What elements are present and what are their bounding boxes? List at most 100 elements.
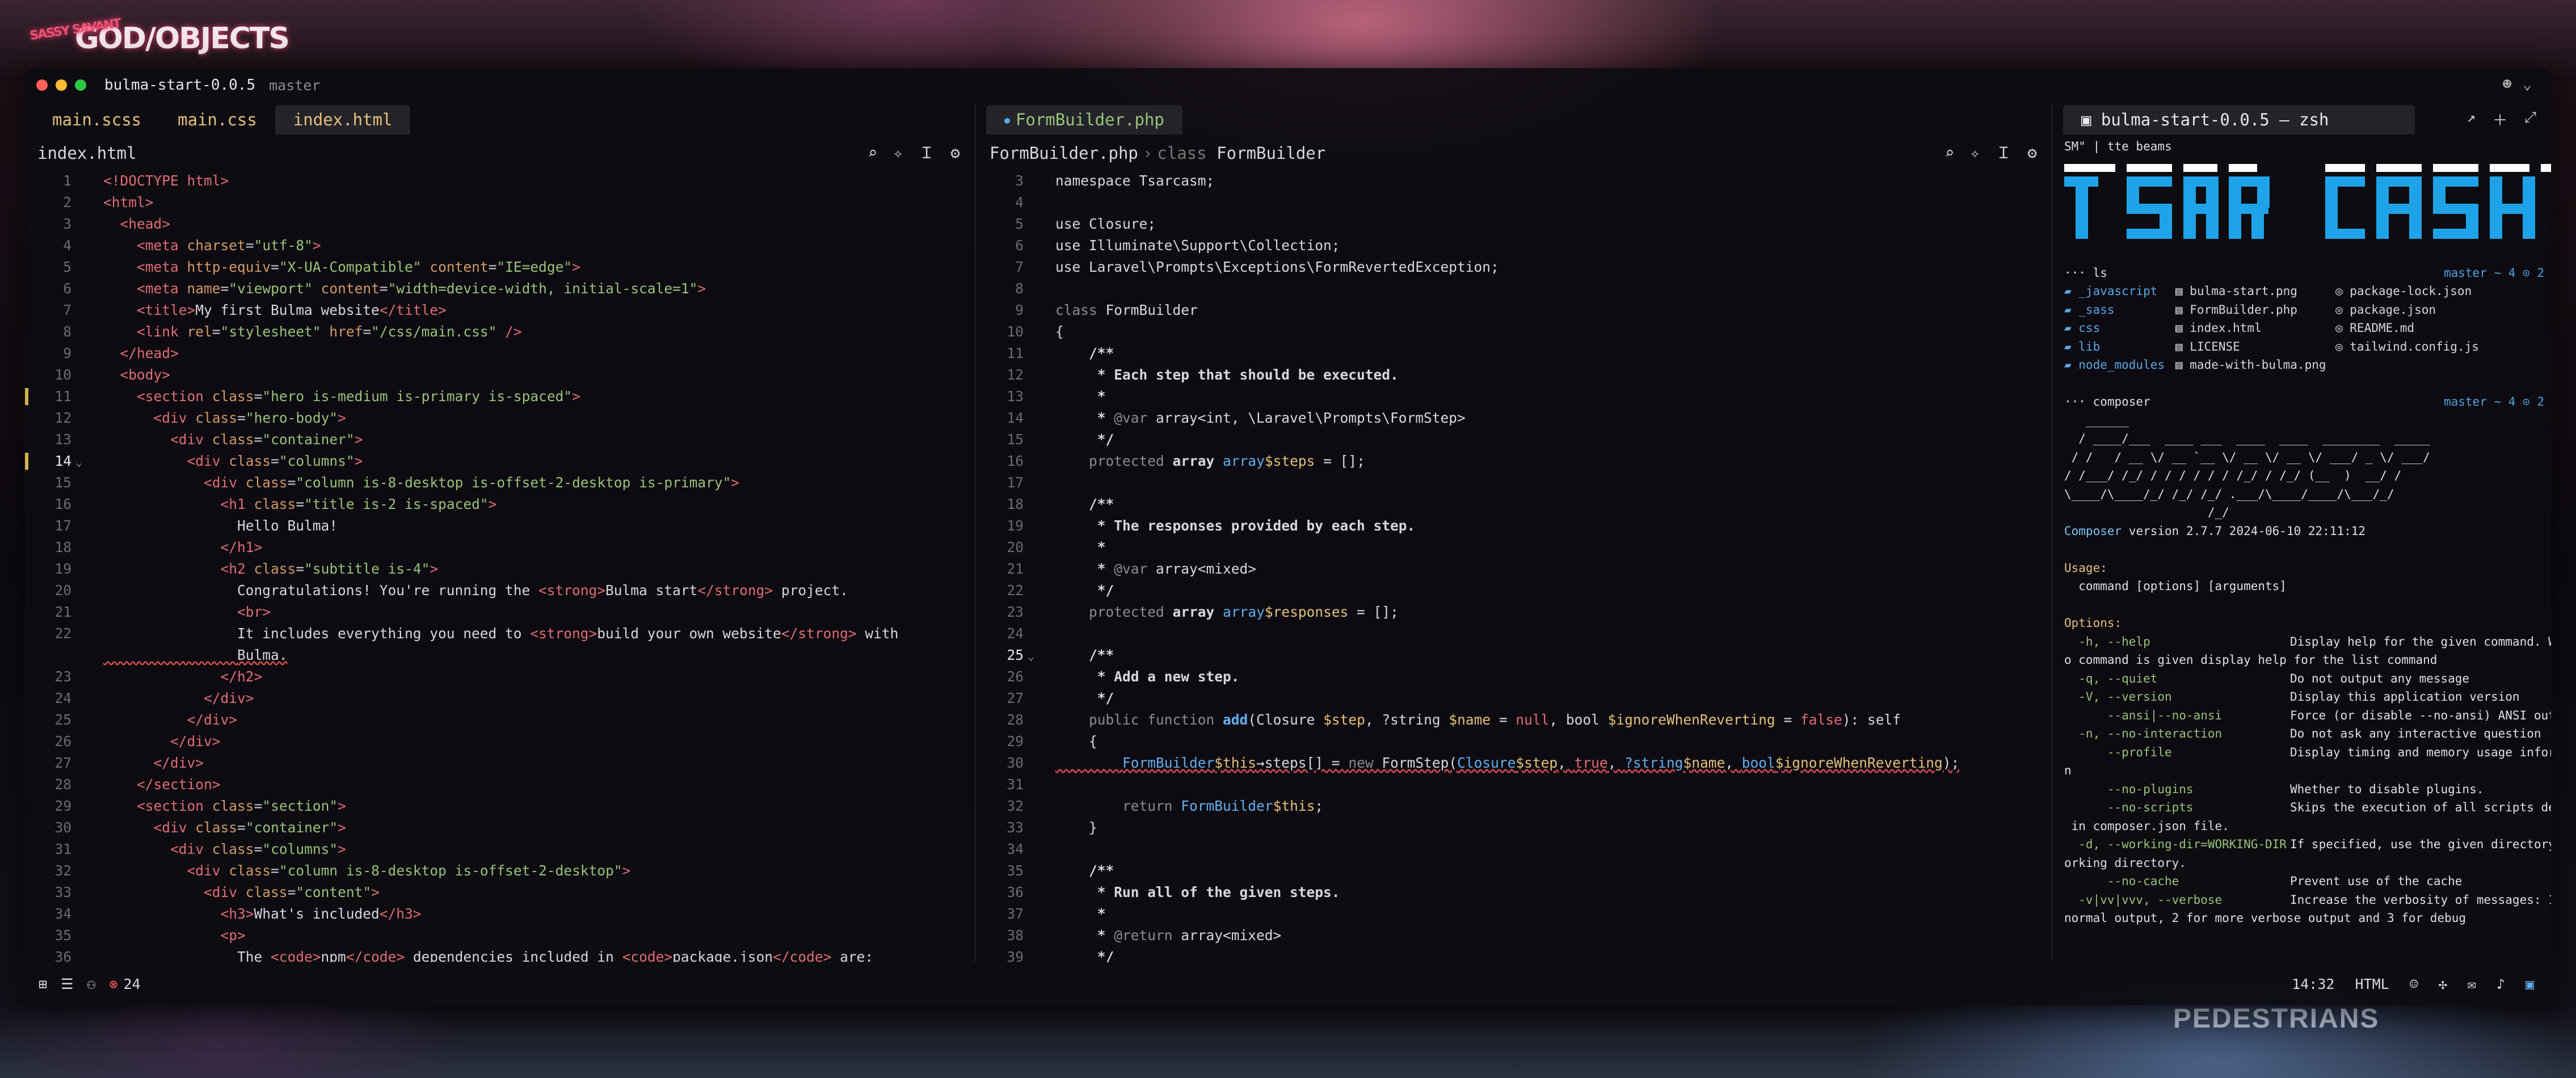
code-line[interactable]: 25 </div> — [25, 709, 975, 731]
code-line[interactable]: 37 * — [977, 903, 2052, 925]
line-number[interactable]: 30 — [25, 817, 71, 839]
line-number[interactable]: 1 — [25, 170, 71, 192]
code-line[interactable]: 8 <link rel="stylesheet" href="/css/main… — [25, 321, 975, 343]
code-line[interactable]: 7 use Laravel\Prompts\Exceptions\FormReve… — [977, 256, 2052, 278]
line-number[interactable]: 5 — [25, 256, 71, 278]
line-number[interactable]: 4 — [977, 192, 1024, 213]
code-line[interactable]: 27 </div> — [25, 752, 975, 774]
code-line[interactable]: 1 <!DOCTYPE html> — [25, 170, 975, 192]
settings-icon[interactable]: ⚙ — [950, 136, 960, 170]
line-number[interactable]: 31 — [25, 839, 71, 860]
line-number[interactable]: 14 — [977, 407, 1024, 429]
line-number[interactable]: 7 — [25, 300, 71, 321]
line-number[interactable]: 12 — [977, 364, 1024, 386]
line-number[interactable]: 7 — [977, 256, 1024, 278]
line-number[interactable]: 32 — [25, 860, 71, 882]
minimize-window-button[interactable] — [56, 79, 67, 91]
code-line[interactable]: 22 */ — [977, 580, 2052, 601]
line-number[interactable]: 11 — [25, 386, 71, 407]
code-editor[interactable]: 3 namespace Tsarcasm; 4 5 use Closure; 6 use I… — [977, 170, 2052, 962]
code-line[interactable]: 31 <div class="columns"> — [25, 839, 975, 860]
code-line[interactable]: 14 * @var array<int, \Laravel\Prompts\Fo… — [977, 407, 2052, 429]
diagnostics-button[interactable]: ⊗ 24 — [110, 976, 141, 992]
code-line[interactable]: Bulma. — [25, 645, 975, 666]
code-line[interactable]: 39 */ — [977, 946, 2052, 962]
line-number[interactable]: 23 — [977, 601, 1024, 623]
line-number[interactable]: 22 — [977, 580, 1024, 601]
code-line[interactable]: 3 <head> — [25, 213, 975, 235]
line-number[interactable]: 10 — [977, 321, 1024, 343]
line-number[interactable]: 21 — [977, 558, 1024, 580]
code-line[interactable]: 26 * Add a new step. — [977, 666, 2052, 688]
notification-icon[interactable]: ♪ — [2497, 976, 2505, 992]
line-number[interactable]: 34 — [25, 903, 71, 925]
code-line[interactable]: 30 <div class="container"> — [25, 817, 975, 839]
code-line[interactable]: 22 It includes everything you need to <s… — [25, 623, 975, 645]
text-cursor-icon[interactable]: Ｉ — [919, 136, 935, 170]
code-line[interactable]: 23 </h2> — [25, 666, 975, 688]
code-line[interactable]: 24 — [977, 623, 2052, 645]
code-line[interactable]: 2 <html> — [25, 192, 975, 213]
code-line[interactable]: 13 <div class="container"> — [25, 429, 975, 450]
line-number[interactable]: 22 — [25, 623, 71, 645]
line-number[interactable]: 11 — [977, 343, 1024, 364]
collab-icon[interactable]: ⚇ — [87, 976, 95, 992]
line-number[interactable]: 36 — [977, 882, 1024, 903]
line-number[interactable]: 26 — [25, 731, 71, 752]
code-line[interactable]: 29 { — [977, 731, 2052, 752]
code-line[interactable]: 32 <div class="column is-8-desktop is-of… — [25, 860, 975, 882]
cursor-time[interactable]: 14:32 — [2292, 976, 2334, 992]
code-line[interactable]: 17 Hello Bulma! — [25, 515, 975, 537]
code-line[interactable]: 6 use Illuminate\Support\Collection; — [977, 235, 2052, 256]
line-number[interactable]: 33 — [25, 882, 71, 903]
assist-icon[interactable]: ✧ — [893, 136, 903, 170]
avatar[interactable]: ☻ — [2503, 76, 2512, 93]
code-line[interactable]: 23 protected array array$responses = []; — [977, 601, 2052, 623]
branch-name[interactable]: master — [269, 77, 320, 94]
tab-terminal[interactable]: ▣ bulma-start-0.0.5 — zsh — [2063, 105, 2415, 134]
line-number[interactable]: 38 — [977, 925, 1024, 946]
code-line[interactable]: 28 </section> — [25, 774, 975, 795]
text-cursor-icon[interactable]: Ｉ — [1996, 136, 2011, 170]
code-line[interactable]: 6 <meta name="viewport" content="width=d… — [25, 278, 975, 300]
tab-main-scss[interactable]: main.scss — [34, 105, 159, 134]
chat-icon[interactable]: ✉ — [2468, 976, 2476, 992]
code-line[interactable]: 33 } — [977, 817, 2052, 839]
code-line[interactable]: 11 /** — [977, 343, 2052, 364]
tab-formbuilder-php[interactable]: FormBuilder.php — [986, 105, 1182, 134]
line-number[interactable]: 15 — [25, 472, 71, 494]
assistant-icon[interactable]: ▣ — [2526, 976, 2534, 992]
line-number[interactable]: 33 — [977, 817, 1024, 839]
code-line[interactable]: 30 FormBuilder$this→steps[] = new FormSt… — [977, 752, 2052, 774]
line-number[interactable]: 3 — [977, 170, 1024, 192]
code-line[interactable]: 10 <body> — [25, 364, 975, 386]
search-icon[interactable]: ⌕ — [1944, 136, 1954, 170]
line-number[interactable]: 19 — [25, 558, 71, 580]
breadcrumb-class[interactable]: FormBuilder — [1217, 144, 1325, 163]
code-line[interactable]: 35 <p> — [25, 925, 975, 946]
code-line[interactable]: 10 { — [977, 321, 2052, 343]
code-line[interactable]: 38 * @return array<mixed> — [977, 925, 2052, 946]
line-number[interactable]: 18 — [25, 537, 71, 558]
project-name[interactable]: bulma-start-0.0.5 — [104, 77, 255, 94]
code-line[interactable]: 4 <meta charset="utf-8"> — [25, 235, 975, 256]
maximize-window-button[interactable] — [75, 79, 86, 91]
tools-icon[interactable]: ✣ — [2439, 976, 2447, 992]
code-line[interactable]: 12 <div class="hero-body"> — [25, 407, 975, 429]
language-mode[interactable]: HTML — [2355, 976, 2389, 992]
line-number[interactable]: 2 — [25, 192, 71, 213]
line-number[interactable]: 6 — [25, 278, 71, 300]
line-number[interactable]: 32 — [977, 795, 1024, 817]
code-line[interactable]: 33 <div class="content"> — [25, 882, 975, 903]
code-line[interactable]: 31 — [977, 774, 2052, 795]
code-line[interactable]: 9 </head> — [25, 343, 975, 364]
line-number[interactable]: 27 — [25, 752, 71, 774]
code-line[interactable]: 4 — [977, 192, 2052, 213]
code-line[interactable]: 27 */ — [977, 688, 2052, 709]
line-number[interactable]: 12 — [25, 407, 71, 429]
code-line[interactable]: 35 /** — [977, 860, 2052, 882]
code-line[interactable]: 15 <div class="column is-8-desktop is-of… — [25, 472, 975, 494]
line-number[interactable]: 16 — [977, 450, 1024, 472]
line-number[interactable]: 19 — [977, 515, 1024, 537]
code-line[interactable]: 5 use Closure; — [977, 213, 2052, 235]
